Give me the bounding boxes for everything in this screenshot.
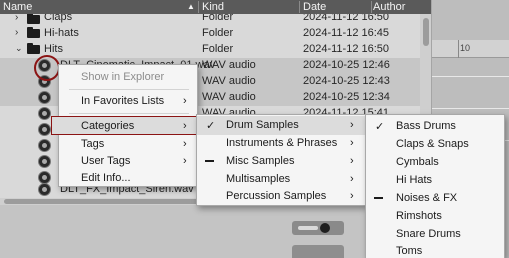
chevron-right-icon: › — [183, 95, 187, 107]
menu-item-noises-fx[interactable]: Noises & FX — [366, 189, 504, 208]
folder-icon — [27, 14, 40, 24]
audio-file-icon — [38, 91, 51, 104]
menu-item-categories[interactable]: Categories › — [51, 116, 197, 135]
lane-divider — [432, 108, 509, 109]
column-author[interactable]: Author — [373, 1, 405, 13]
partial-check-icon — [205, 160, 214, 162]
audio-file-icon — [38, 183, 51, 196]
drum-samples-submenu: ✓ Bass Drums Claps & Snaps Cymbals Hi Ha… — [365, 114, 505, 258]
folder-icon — [27, 27, 40, 38]
column-kind[interactable]: Kind — [202, 1, 224, 13]
toggle-track — [298, 226, 318, 230]
menu-item-bass-drums[interactable]: ✓ Bass Drums — [366, 117, 504, 136]
menu-item-in-favorites-lists[interactable]: In Favorites Lists › — [59, 92, 197, 111]
chevron-right-icon: › — [350, 190, 354, 202]
menu-item-instruments-phrases[interactable]: Instruments & Phrases › — [197, 134, 365, 153]
menu-item-claps-snaps[interactable]: Claps & Snaps — [366, 135, 504, 154]
table-row[interactable]: › Claps Folder 2024-11-12 16:50 — [0, 14, 420, 26]
menu-item-drum-samples[interactable]: ✓ Drum Samples › — [197, 116, 365, 135]
chevron-right-icon: › — [350, 173, 354, 185]
ruler-marker: 10 — [460, 43, 471, 53]
menu-item-edit-info[interactable]: Edit Info... — [59, 169, 197, 188]
toggle-knob — [320, 223, 330, 233]
audio-file-icon — [38, 123, 51, 136]
chevron-right-icon: › — [183, 138, 187, 150]
chevron-down-icon[interactable]: ⌄ — [15, 43, 23, 54]
scroll-thumb[interactable] — [423, 18, 429, 46]
check-icon: ✓ — [375, 121, 385, 133]
audio-file-icon — [38, 139, 51, 152]
check-icon: ✓ — [206, 120, 216, 132]
sort-ascending-icon[interactable]: ▲ — [187, 2, 195, 11]
menu-item-cymbals[interactable]: Cymbals — [366, 153, 504, 172]
column-date[interactable]: Date — [303, 1, 326, 13]
lane-divider — [432, 76, 509, 77]
menu-item-rimshots[interactable]: Rimshots — [366, 207, 504, 226]
preview-toggle[interactable] — [292, 221, 344, 235]
table-row[interactable]: › Hi-hats Folder 2024-11-12 16:45 — [0, 26, 420, 42]
chevron-right-icon[interactable]: › — [15, 14, 18, 23]
chevron-right-icon[interactable]: › — [15, 27, 18, 38]
context-menu: Show in Explorer In Favorites Lists › Ca… — [51, 64, 198, 188]
column-name[interactable]: Name — [3, 1, 32, 13]
menu-item-show-in-explorer[interactable]: Show in Explorer — [59, 68, 197, 87]
chevron-right-icon: › — [183, 120, 187, 132]
highlight-circle — [34, 55, 60, 81]
categories-submenu: ✓ Drum Samples › Instruments & Phrases ›… — [196, 114, 366, 206]
panel-button[interactable] — [292, 245, 344, 258]
timeline-ruler[interactable]: 10 — [432, 40, 509, 58]
menu-item-hi-hats[interactable]: Hi Hats — [366, 171, 504, 190]
menu-item-percussion-samples[interactable]: Percussion Samples › — [197, 187, 365, 206]
chevron-right-icon: › — [350, 155, 354, 167]
partial-check-icon — [374, 197, 383, 199]
menu-item-toms[interactable]: Toms — [366, 242, 504, 258]
table-row[interactable]: ⌄ Hits Folder 2024-11-12 16:50 — [0, 42, 420, 58]
audio-file-icon — [38, 155, 51, 168]
folder-icon — [27, 43, 40, 54]
column-header: Name ▲ Kind Date Author — [0, 0, 431, 14]
audio-file-icon — [38, 107, 51, 120]
chevron-right-icon: › — [183, 155, 187, 167]
chevron-right-icon: › — [350, 119, 354, 131]
ruler-tick — [458, 40, 459, 58]
chevron-right-icon: › — [350, 137, 354, 149]
menu-item-misc-samples[interactable]: Misc Samples › — [197, 152, 365, 171]
